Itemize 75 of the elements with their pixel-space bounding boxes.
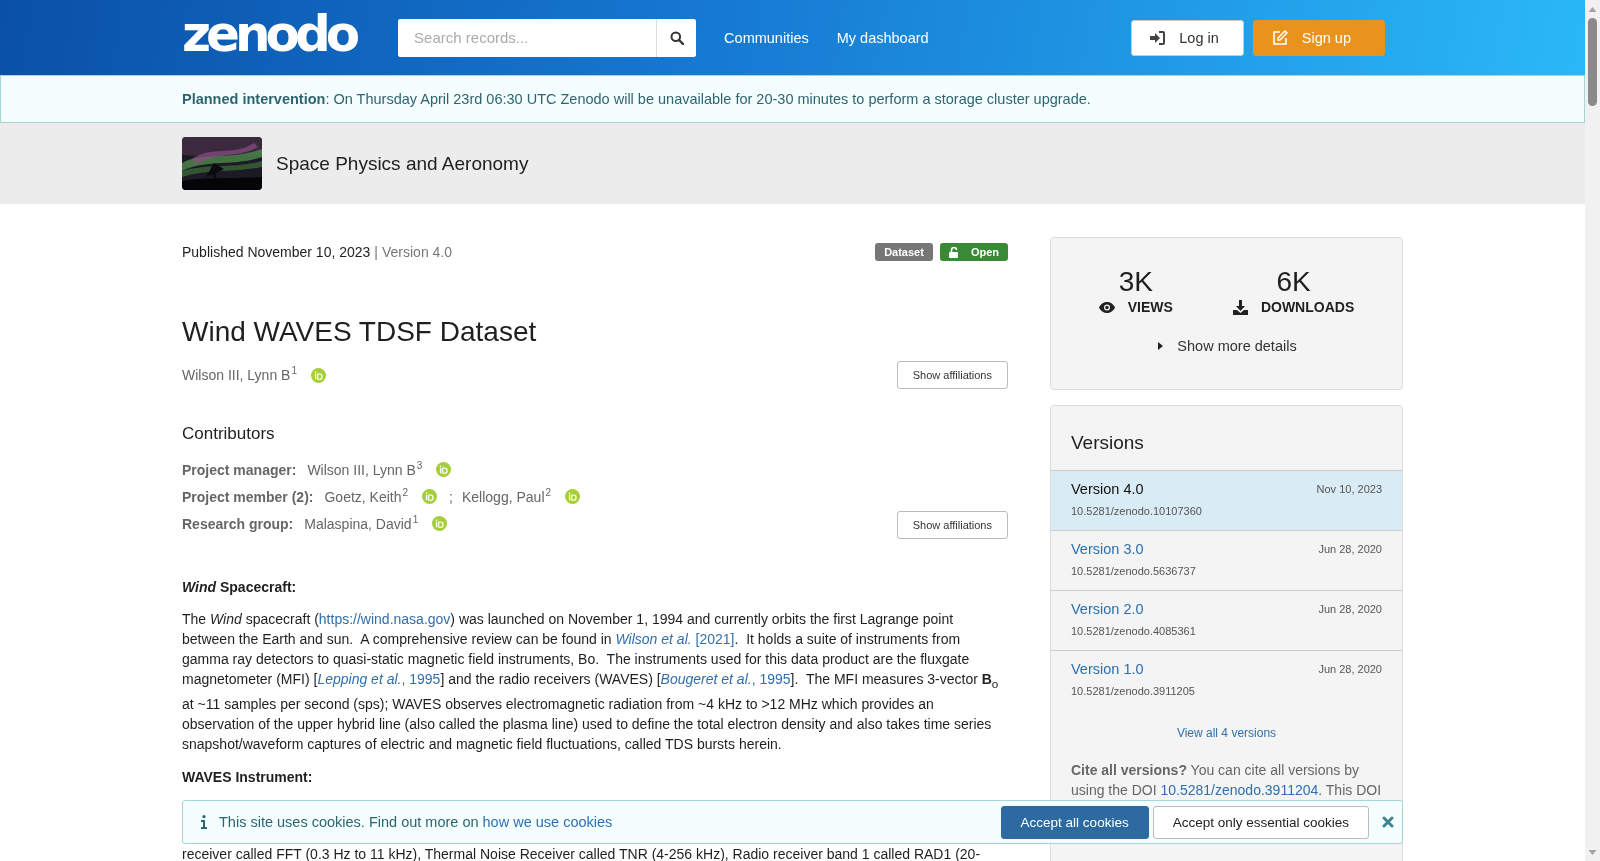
reference-link[interactable]: Bougeret et al., 1995 [660, 671, 791, 687]
version-date: Nov 10, 2023 [1316, 483, 1382, 495]
person-name[interactable]: Goetz, Keith$^{2}$ [324, 488, 409, 505]
info-icon [201, 815, 207, 829]
cookie-message: This site uses cookies. Find out more on how we use cookies [219, 814, 613, 830]
community-name[interactable]: Space Physics and Aeronomy [276, 152, 529, 175]
person-name[interactable]: Wilson III, Lynn B$^{3}$ [307, 461, 423, 478]
edit-icon [1271, 30, 1288, 45]
description-paragraph: The Wind spacecraft (https://wind.nasa.gov) was launched on November 1, 1994 and currently orbits the first Lagrange point between the Earth and sun. A comprehensive review can be found in Wilson et al. [2021]. It holds a suite of instruments from gamma ray detectors to quasi-static magnetic field instruments, Bo. The instruments used for this data product are the fluxgate magnetometer (MFI) [Lepping et al., 1995] and the radio receivers (WAVES) [Bougeret et al., 1995]. The MFI measures 3-vector B$_{o}$ at ~11 samples per second (sps); WAVES observes electromagnetic radiation from ~4 kHz to >12 MHz which provides an observation of the upper hybrid line (also called the plasma line) used to define the total electron density and also takes time series snapshot/waveform captures of electric and magnetic field fluctuations, called TDS bursts herein. [182, 610, 1000, 754]
orcid-icon[interactable] [432, 516, 448, 531]
stat-value: 3K [1118, 267, 1153, 297]
version-link[interactable]: Version 1.0 [1071, 661, 1144, 677]
version-doi: 10.5281/zenodo.3911205 [1071, 685, 1196, 697]
search-icon [669, 30, 684, 45]
view-all-versions-link[interactable]: View all 4 versions [1176, 726, 1277, 740]
version-doi: 10.5281/zenodo.10107360 [1071, 505, 1203, 517]
section-heading: Versions [1070, 431, 1145, 455]
section-heading: Wind Spacecraft: [182, 578, 298, 597]
person-name[interactable]: Kellogg, Paul$^{2}$ [462, 488, 552, 505]
version-item[interactable]: Version 3.0 Jun 28, 2020 10.5281/zenodo.5636737 [1051, 530, 1402, 590]
cookie-policy-link[interactable]: how we use cookies [482, 814, 613, 830]
person-name[interactable]: Malaspina, David$^{1}$ [304, 515, 419, 532]
version-date: Jun 28, 2020 [1318, 603, 1382, 615]
nav-link[interactable]: My dashboard [836, 29, 929, 46]
login-button[interactable]: Log in [1131, 19, 1244, 56]
close-icon[interactable] [1382, 816, 1394, 828]
separator: ; [449, 488, 453, 505]
nav-link[interactable]: Communities [724, 29, 809, 46]
record-title: Wind WAVES TDSF Dataset [182, 315, 538, 349]
eye-icon [1098, 301, 1115, 313]
cite-note: Cite all versions? You can cite all versions by using the DOI 10.5281/zenodo.3911204. This DOI [1070, 761, 1383, 800]
stat-value: 6K [1276, 267, 1311, 297]
contributor-role: Project manager: [182, 461, 297, 478]
search-button[interactable] [656, 18, 697, 57]
download-icon [1232, 299, 1248, 315]
show-affiliations-button[interactable]: Show affiliations [896, 511, 1008, 539]
version-date: Jun 28, 2020 [1318, 543, 1382, 555]
unlock-icon [948, 246, 959, 258]
login-icon [1150, 30, 1166, 45]
version-doi: 10.5281/zenodo.4085361 [1071, 625, 1197, 637]
version-doi: 10.5281/zenodo.5636737 [1071, 565, 1197, 577]
orcid-icon[interactable] [565, 489, 581, 504]
section-heading: Contributors [182, 424, 276, 444]
version-link[interactable]: Version 4.0 [1071, 481, 1144, 497]
reference-link[interactable]: Lepping et al., 1995 [317, 671, 441, 687]
orcid-icon[interactable] [422, 489, 438, 504]
accept-all-button[interactable]: Accept all cookies [1000, 805, 1149, 839]
publication-date: Published November 10, 2023 [182, 244, 371, 260]
version-item[interactable]: Version 2.0 Jun 28, 2020 10.5281/zenodo.4085361 [1051, 590, 1402, 650]
search-field[interactable]: Search records... [398, 18, 697, 57]
maintenance-notice: Planned intervention: On Thursday April 23rd 06:30 UTC Zenodo will be unavailable for 20-30 minutes to perform a storage cluster upgrade. [182, 91, 1091, 107]
stat-label: DOWNLOADS [1260, 299, 1355, 315]
version-date: Jun 28, 2020 [1318, 663, 1382, 675]
contributor-role: Project member (2): [182, 488, 314, 505]
reference-link[interactable]: https://wind.nasa.gov [318, 611, 451, 627]
contributor-role: Research group: [182, 515, 294, 532]
accept-essential-button[interactable]: Accept only essential cookies [1152, 805, 1369, 839]
orcid-icon[interactable] [311, 367, 326, 383]
show-affiliations-button[interactable]: Show affiliations [896, 361, 1008, 389]
show-details-toggle[interactable]: Show more details [1150, 337, 1303, 355]
stat-label: VIEWS [1127, 299, 1173, 315]
scrollbar[interactable] [1585, 0, 1600, 861]
access-badge: Open [939, 243, 1008, 261]
section-heading: WAVES Instrument: [182, 767, 314, 787]
version-item[interactable]: Version 1.0 Jun 28, 2020 10.5281/zenodo.3911205 [1051, 650, 1402, 710]
version-link[interactable]: Version 3.0 [1071, 541, 1144, 557]
logo[interactable]: zenodo [182, 8, 356, 59]
version-link[interactable]: Version 2.0 [1071, 601, 1144, 617]
description-paragraph: receiver called FFT (0.3 Hz to 11 kHz), Thermal Noise Receiver called TNR (4-256 kHz), Radio receiver band 1 called RAD1 (20- [182, 846, 982, 861]
version-label: Version 4.0 [382, 244, 453, 260]
version-item[interactable]: Version 4.0 Nov 10, 2023 10.5281/zenodo.10107360 [1051, 470, 1402, 530]
separator: | [374, 244, 378, 260]
resource-type-badge: Dataset [875, 243, 933, 261]
person-name[interactable]: Wilson III, Lynn B$^{1}$ [182, 367, 297, 383]
orcid-icon[interactable] [436, 462, 452, 477]
